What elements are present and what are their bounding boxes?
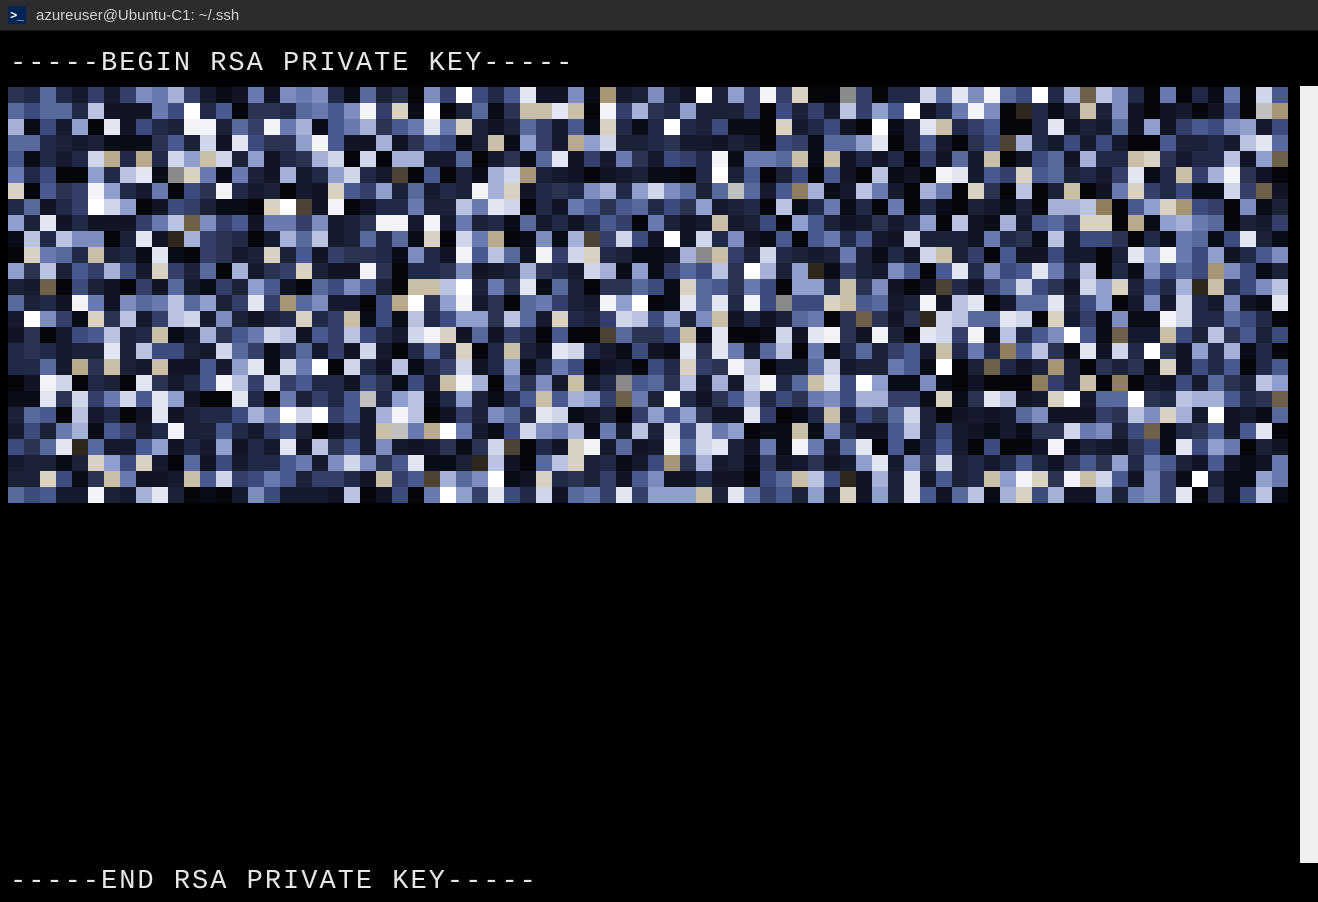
window-title-text: azureuser@Ubuntu-C1: ~/.ssh: [36, 7, 239, 24]
rsa-begin-marker: -----BEGIN RSA PRIVATE KEY-----: [10, 49, 574, 79]
terminal-viewport[interactable]: -----BEGIN RSA PRIVATE KEY----- -----END…: [0, 31, 1318, 902]
powershell-icon: >_: [8, 6, 26, 24]
rsa-end-marker: -----END RSA PRIVATE KEY-----: [10, 867, 538, 897]
window-title-bar[interactable]: >_ azureuser@Ubuntu-C1: ~/.ssh: [0, 0, 1318, 31]
vertical-scrollbar[interactable]: [1300, 86, 1318, 863]
redacted-key-body: [8, 87, 1288, 503]
